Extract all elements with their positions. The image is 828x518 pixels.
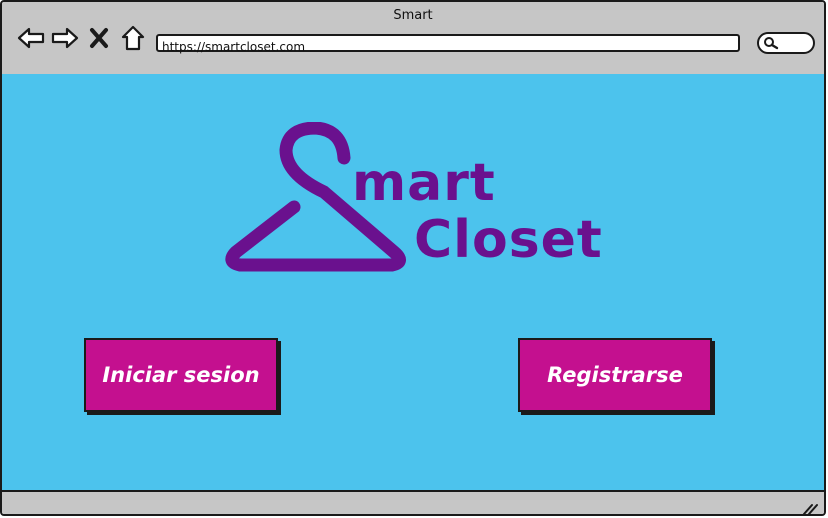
forward-arrow-icon [51, 27, 79, 49]
nav-buttons [16, 24, 152, 52]
register-button[interactable]: Registrarse [518, 338, 712, 412]
status-bar [2, 490, 824, 516]
browser-titlebar: Smart [2, 2, 824, 76]
browser-window: Smart https://smartcloset.com mart Close… [0, 0, 826, 516]
smart-closet-logo: mart Closet [224, 122, 604, 282]
home-button[interactable] [118, 24, 148, 52]
home-icon [121, 25, 145, 51]
page-content: mart Closet Iniciar sesion Registrarse [2, 74, 824, 490]
logo-word-closet: Closet [414, 210, 603, 270]
search-icon [764, 37, 779, 50]
window-title: Smart [393, 8, 433, 23]
close-icon [90, 28, 108, 48]
address-bar[interactable] [156, 34, 740, 54]
search-box[interactable] [757, 32, 815, 54]
url-input[interactable] [158, 40, 738, 54]
forward-button[interactable] [50, 24, 80, 52]
logo-word-mart: mart [352, 153, 496, 213]
stop-button[interactable] [84, 24, 114, 52]
resize-grip-icon[interactable] [802, 502, 818, 516]
back-button[interactable] [16, 24, 46, 52]
back-arrow-icon [17, 27, 45, 49]
login-button[interactable]: Iniciar sesion [84, 338, 278, 412]
